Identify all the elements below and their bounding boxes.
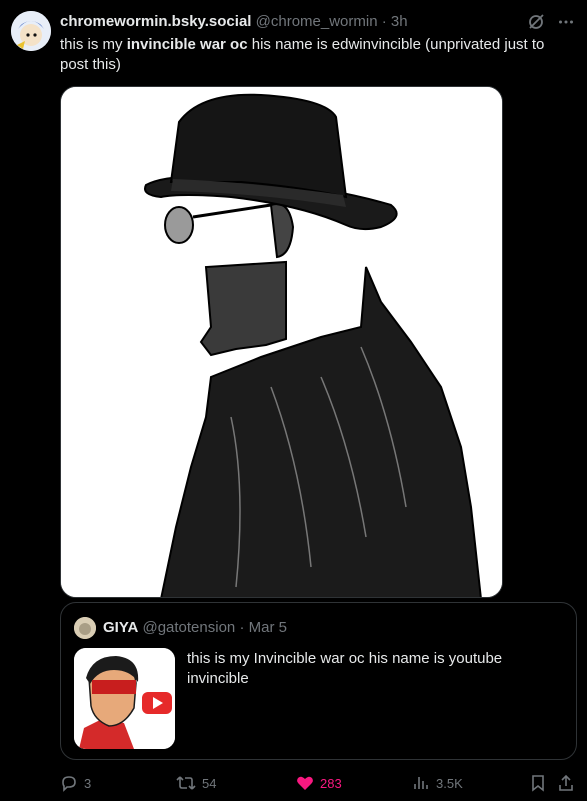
bookmark-button[interactable] <box>529 772 547 794</box>
repost-button[interactable]: 54 <box>176 772 216 794</box>
post-text-start: this is my <box>60 36 127 53</box>
quoted-header: GIYA @gatotension · Mar 5 <box>103 619 287 637</box>
quoted-display-name[interactable]: GIYA <box>103 619 138 636</box>
quoted-date: Mar 5 <box>248 619 287 636</box>
quoted-post[interactable]: GIYA @gatotension · Mar 5 this is my Inv… <box>60 602 577 760</box>
quoted-handle[interactable]: @gatotension <box>142 619 235 636</box>
post-media-image[interactable] <box>60 86 503 598</box>
like-count: 283 <box>320 775 342 791</box>
share-button[interactable] <box>557 772 575 794</box>
post-timestamp[interactable]: 3h <box>391 13 408 30</box>
quoted-media-thumbnail[interactable] <box>74 648 175 749</box>
like-button[interactable]: 283 <box>296 772 342 794</box>
views-button[interactable]: 3.5K <box>412 772 463 794</box>
avatar[interactable] <box>11 11 51 51</box>
repost-icon <box>176 774 196 792</box>
header-icons <box>527 12 575 32</box>
author-display-name[interactable]: chromewormin.bsky.social <box>60 13 251 30</box>
quoted-avatar[interactable] <box>74 617 96 639</box>
separator-dot: · <box>381 13 387 30</box>
grok-icon[interactable] <box>527 13 545 31</box>
views-count: 3.5K <box>436 775 463 791</box>
heart-icon <box>296 774 314 792</box>
repost-count: 54 <box>202 775 217 791</box>
action-bar: 3 54 283 3.5K <box>60 772 577 794</box>
quoted-text: this is my Invincible war oc his name is… <box>187 650 503 687</box>
reply-count: 3 <box>84 775 92 791</box>
separator-dot: · <box>239 619 245 636</box>
author-handle[interactable]: @chrome_wormin <box>256 13 378 30</box>
post-text-bold: invincible war oc <box>126 36 248 53</box>
post-text: this is my invincible war oc his name is… <box>60 35 570 75</box>
post-header: chromewormin.bsky.social @chrome_wormin … <box>60 12 575 32</box>
reply-button[interactable]: 3 <box>60 772 91 794</box>
reply-icon <box>60 774 78 792</box>
share-icon <box>557 774 575 792</box>
views-icon <box>412 774 430 792</box>
bookmark-icon <box>529 774 547 792</box>
more-icon[interactable] <box>557 13 575 31</box>
